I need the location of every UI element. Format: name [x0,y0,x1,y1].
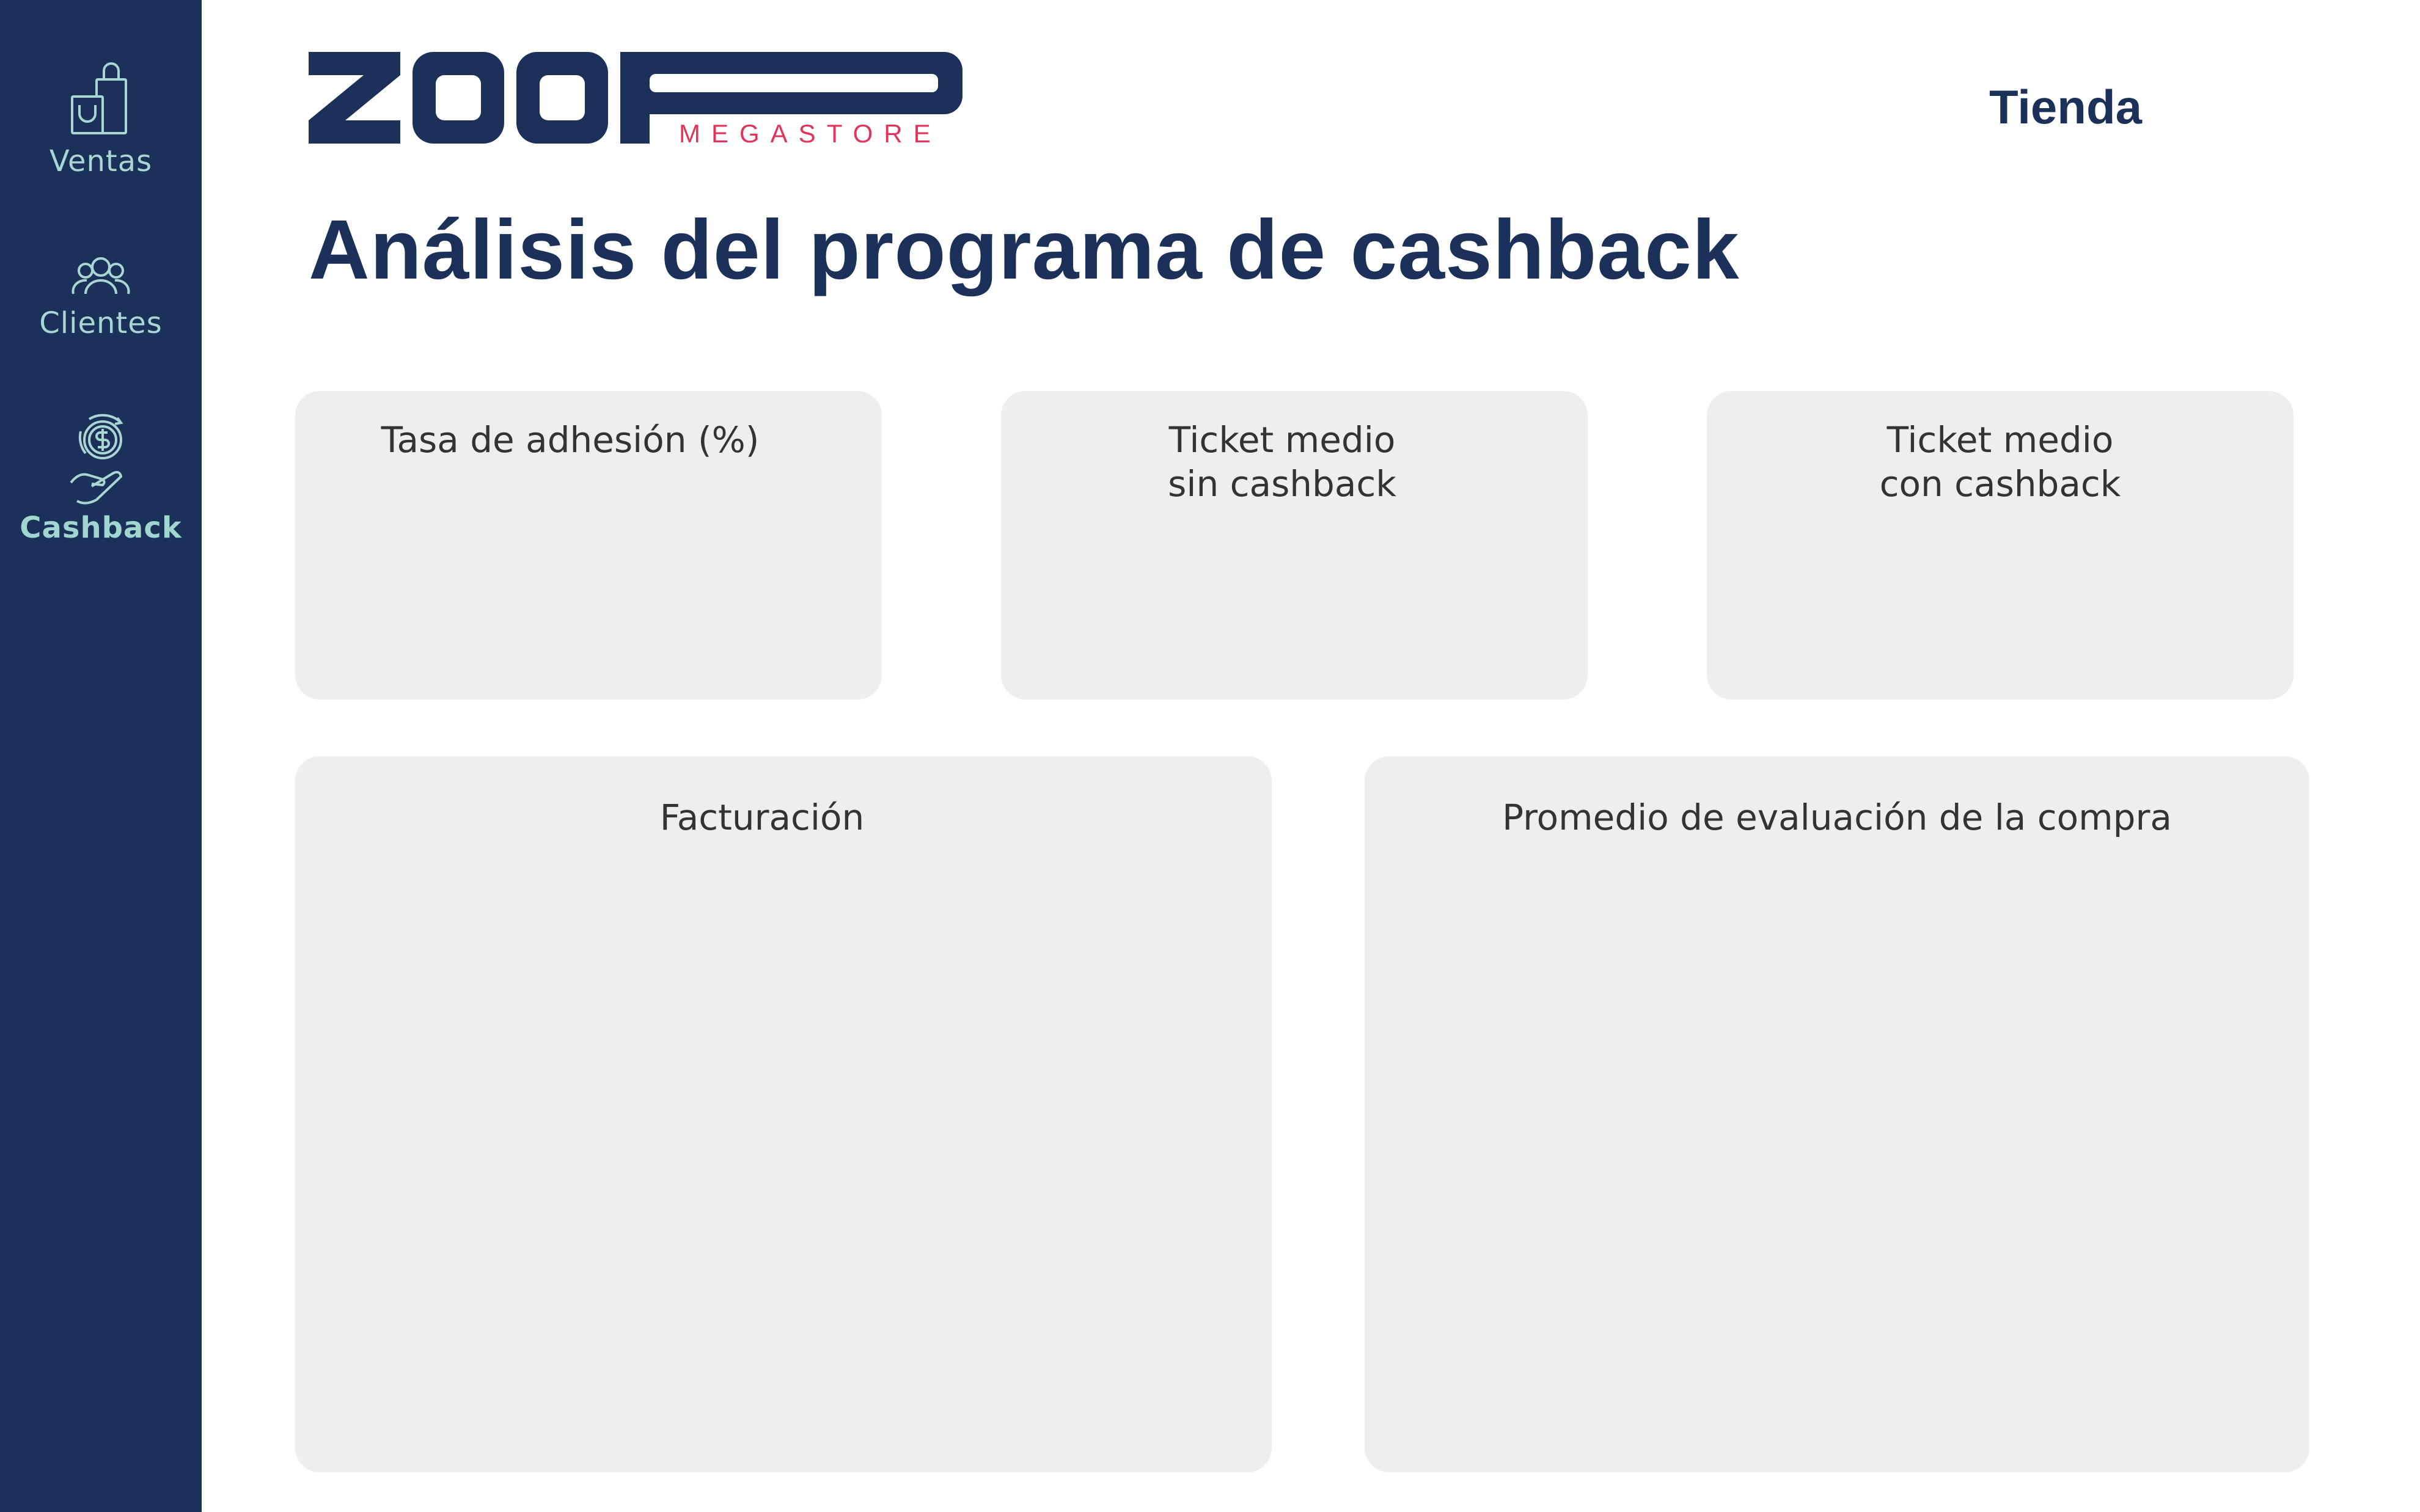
shopping-bags-icon [61,61,141,141]
chart-panel-evaluacion: Promedio de evaluación de la compra [1365,756,2309,1472]
users-group-icon [67,254,134,302]
sidebar: Ventas Clientes Cashback [0,0,202,1512]
sidebar-item-label: Ventas [49,144,153,178]
kpi-card-title: Tasa de adhesión (%) [381,419,760,461]
kpi-card-ticket-sin-cashback: Ticket medio sin cashback [1001,391,1588,699]
sidebar-item-label: Cashback [20,511,182,545]
sidebar-item-clientes[interactable]: Clientes [0,254,202,340]
zoop-megastore-logo: MEGASTORE [309,52,963,159]
sidebar-item-label: Clientes [39,306,163,340]
page-title: Análisis del programa de cashback [309,203,1740,297]
chart-panel-facturacion: Facturación [295,756,1272,1472]
sidebar-item-cashback[interactable]: Cashback [0,409,202,545]
kpi-card-title: Ticket medio sin cashback [1168,419,1396,505]
kpi-card-title: Ticket medio con cashback [1879,419,2121,505]
logo-tagline: MEGASTORE [679,119,942,148]
chart-panel-title: Facturación [659,797,865,838]
chart-panel-title: Promedio de evaluación de la compra [1502,797,2172,838]
kpi-card-tasa-adhesion: Tasa de adhesión (%) [295,391,882,699]
dashboard-page: Ventas Clientes Cashback MEGASTORE Tiend… [0,0,2420,1512]
sidebar-item-ventas[interactable]: Ventas [0,61,202,178]
store-label: Tienda [1989,80,2142,134]
kpi-card-ticket-con-cashback: Ticket medio con cashback [1707,391,2294,699]
hand-coin-icon [61,409,141,507]
